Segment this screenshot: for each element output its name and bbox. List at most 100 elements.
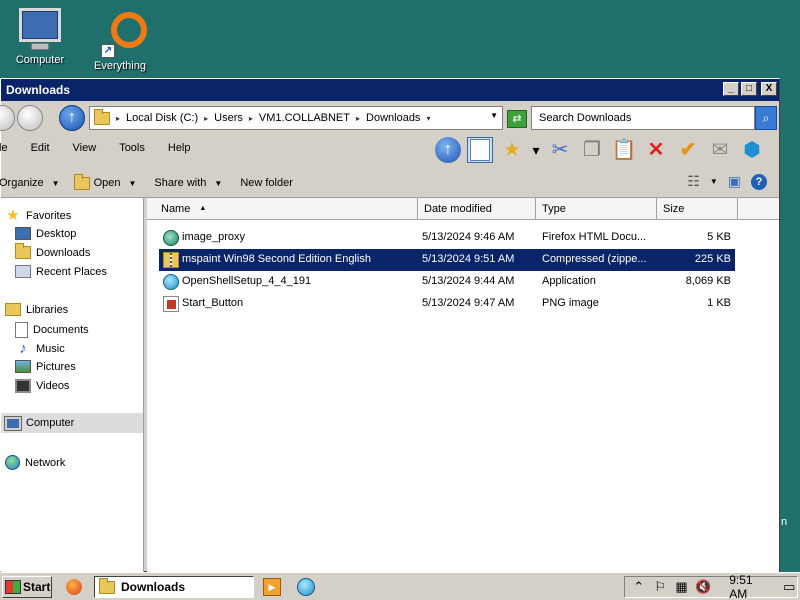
file-size: 5 KB	[707, 231, 731, 243]
share-with-button[interactable]: Share with ▼	[154, 177, 230, 189]
show-desktop-icon[interactable]: ▭	[782, 579, 797, 595]
search-input[interactable]: Search Downloads	[531, 106, 755, 130]
column-header-type[interactable]: Type	[536, 198, 657, 220]
explorer-window: Downloads _ □ X ↑ ▸ Local Disk (C:) ▸ Us…	[0, 78, 780, 572]
sort-up-icon: ▲	[199, 205, 207, 212]
back-button[interactable]	[0, 105, 15, 131]
desktop-icon-everything[interactable]: ↗ Everything	[80, 6, 160, 72]
nav-videos[interactable]: Videos	[15, 379, 69, 393]
column-header-name[interactable]: Name ▲	[147, 198, 418, 220]
taskbar-button-downloads[interactable]: Downloads	[94, 576, 254, 598]
chevron-down-icon: ▼	[128, 178, 137, 188]
network-tray-icon[interactable]: ▦	[674, 579, 689, 595]
menu-view[interactable]: View	[73, 139, 106, 159]
star-icon: ★	[6, 207, 20, 224]
nav-desktop[interactable]: Desktop	[15, 227, 76, 240]
desktop-icon-label: Everything	[94, 60, 146, 72]
folders-pane-icon[interactable]	[467, 137, 493, 163]
desktop-icon	[15, 227, 31, 240]
desktop-icon-computer[interactable]: Computer	[0, 6, 80, 66]
nav-network[interactable]: Network	[5, 455, 65, 470]
open-button[interactable]: Open ▼	[73, 173, 145, 190]
forward-button[interactable]	[17, 105, 43, 131]
nav-libraries[interactable]: Libraries	[5, 303, 68, 316]
folder-icon	[99, 577, 115, 594]
shell-icon[interactable]: ⬢	[739, 137, 765, 163]
dropdown-icon[interactable]: ▾	[531, 137, 541, 163]
action-center-flag-icon[interactable]: ⚐	[652, 579, 667, 595]
chevron-right-icon[interactable]: ▸	[204, 114, 208, 123]
address-dropdown-icon[interactable]: ▼	[490, 111, 498, 120]
address-bar[interactable]: ▸ Local Disk (C:) ▸ Users ▸ VM1.COLLABNE…	[89, 106, 503, 130]
menu-help[interactable]: Help	[168, 139, 200, 159]
chevron-right-icon[interactable]: ▸	[356, 114, 360, 123]
nav-label: Libraries	[26, 303, 69, 316]
organize-button[interactable]: Organize ▼	[0, 177, 68, 189]
view-options-icon[interactable]: ☷	[687, 173, 700, 190]
file-size: 225 KB	[694, 253, 731, 265]
copy-icon[interactable]: ❐	[579, 137, 605, 163]
menu-tools[interactable]: Tools	[119, 139, 154, 159]
clock[interactable]: 9:51 AM	[729, 573, 771, 600]
column-header-date[interactable]: Date modified	[418, 198, 536, 220]
column-label: Type	[542, 203, 566, 215]
breadcrumb-downloads[interactable]: Downloads	[366, 112, 420, 124]
nav-computer[interactable]: Computer	[1, 413, 143, 433]
up-arrow-icon[interactable]: ↑	[59, 105, 85, 131]
volume-muted-icon[interactable]: 🔇	[695, 579, 711, 595]
delete-icon[interactable]: ✕	[643, 137, 669, 163]
paste-icon[interactable]: 📋	[611, 137, 637, 163]
breadcrumb-local-disk[interactable]: Local Disk (C:)	[126, 112, 198, 124]
minimize-button[interactable]: _	[723, 82, 739, 96]
taskbar: Start Downloads ▶ ⌃ ⚐ ▦ 🔇 9:51 AM ▭	[0, 572, 800, 600]
monitor-icon	[17, 6, 63, 52]
media-player-icon[interactable]: ▶	[263, 578, 281, 596]
openshell-icon[interactable]	[297, 578, 315, 596]
menu-bar: le Edit View Tools Help	[0, 139, 200, 159]
table-row[interactable]: Start_Button 5/13/2024 9:47 AM PNG image…	[159, 293, 735, 315]
organize-label: Organize	[0, 177, 44, 189]
table-row[interactable]: image_proxy 5/13/2024 9:46 AM Firefox HT…	[159, 227, 735, 249]
table-row-selected[interactable]: mspaint Win98 Second Edition English 5/1…	[159, 249, 735, 271]
close-button[interactable]: X	[761, 82, 777, 96]
nav-music[interactable]: ♪ Music	[15, 341, 64, 357]
libraries-icon	[5, 303, 21, 316]
firefox-icon[interactable]	[66, 579, 82, 595]
file-type: Compressed (zippe...	[542, 253, 647, 265]
preview-pane-icon[interactable]: ▣	[728, 173, 741, 190]
png-image-icon	[163, 296, 179, 312]
chevron-right-icon[interactable]: ▸	[249, 114, 253, 123]
properties-check-icon[interactable]: ✔	[675, 137, 701, 163]
firefox-html-icon	[163, 230, 179, 246]
menu-edit[interactable]: Edit	[31, 139, 59, 159]
nav-downloads[interactable]: Downloads	[15, 243, 90, 259]
nav-pictures[interactable]: Pictures	[15, 360, 76, 373]
nav-label: Pictures	[36, 360, 76, 373]
chevron-right-icon[interactable]: ▾	[426, 114, 430, 123]
new-folder-button[interactable]: New folder	[240, 177, 301, 189]
nav-recent-places[interactable]: Recent Places	[15, 265, 107, 278]
chevron-down-icon[interactable]: ▼	[710, 177, 718, 186]
table-row[interactable]: OpenShellSetup_4_4_191 5/13/2024 9:44 AM…	[159, 271, 735, 293]
breadcrumb-user[interactable]: VM1.COLLABNET	[259, 112, 350, 124]
up-folder-icon[interactable]: ↑	[435, 137, 461, 163]
pictures-icon	[15, 360, 31, 373]
nav-label: Recent Places	[36, 265, 107, 278]
nav-documents[interactable]: Documents	[15, 322, 89, 338]
column-header-size[interactable]: Size	[657, 198, 738, 220]
chevron-right-icon[interactable]: ▸	[116, 114, 120, 123]
email-icon[interactable]: ✉	[707, 137, 733, 163]
refresh-icon[interactable]: ⇄	[507, 110, 527, 128]
cut-icon[interactable]: ✂	[547, 137, 573, 163]
start-button[interactable]: Start	[2, 576, 52, 598]
search-icon[interactable]: ⌕	[755, 106, 777, 130]
maximize-button[interactable]: □	[741, 82, 757, 96]
desktop-partial-text: n	[781, 516, 788, 528]
menu-file[interactable]: le	[0, 139, 17, 159]
breadcrumb-users[interactable]: Users	[214, 112, 243, 124]
nav-favorites[interactable]: ★ Favorites	[5, 208, 71, 224]
help-icon[interactable]: ?	[751, 173, 767, 190]
chevron-up-icon[interactable]: ⌃	[631, 579, 646, 595]
title-bar[interactable]: Downloads _ □ X	[1, 79, 779, 101]
favorites-star-icon[interactable]: ★	[499, 137, 525, 163]
